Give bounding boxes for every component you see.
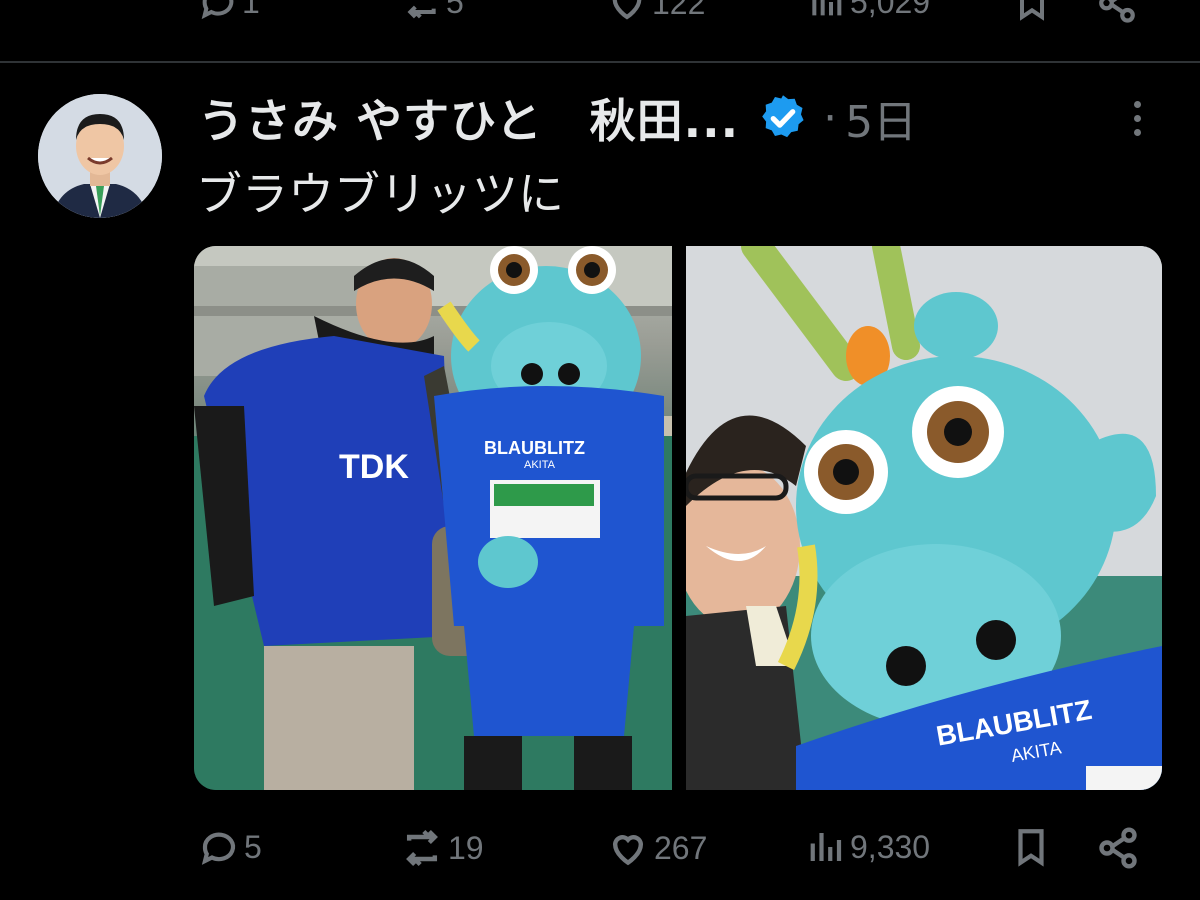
tweet-header: うさみ やすひと 秋田... · 5日 <box>198 86 917 150</box>
tweet-media: TDK BLAUBLITZ AKITA BLAUBLITZ AKITA <box>194 246 1162 790</box>
bar-chart-icon <box>810 833 842 861</box>
media-photo-1[interactable]: TDK BLAUBLITZ AKITA <box>194 246 672 790</box>
prev-views-count: 5,029 <box>850 0 931 20</box>
prev-repost-button[interactable]: 5 <box>402 0 464 22</box>
prev-reply-count: 1 <box>242 0 260 20</box>
photo-2-image: BLAUBLITZ AKITA <box>686 246 1162 790</box>
photo1-jersey-text: TDK <box>339 448 409 486</box>
bookmark-icon <box>1020 0 1044 21</box>
author-name[interactable]: うさみ やすひと 秋田... <box>198 85 739 151</box>
person-avatar-icon <box>38 94 162 218</box>
tweet-timestamp[interactable]: 5日 <box>845 86 917 150</box>
share-button[interactable] <box>1096 826 1140 870</box>
prev-like-button[interactable]: 122 <box>606 0 705 24</box>
prev-share-button[interactable] <box>1096 0 1138 24</box>
bar-chart-icon <box>812 0 842 16</box>
tweet-text: ブラウブリッツに <box>196 167 564 221</box>
photo1-mascot-sub: AKITA <box>524 459 556 471</box>
prev-reply-button[interactable]: 1 <box>198 0 260 22</box>
share-icon <box>1099 827 1137 869</box>
prev-bookmark-button[interactable] <box>1012 0 1052 22</box>
prev-like-count: 122 <box>652 0 706 21</box>
views-count: 9,330 <box>850 828 931 865</box>
photo-1-image: TDK BLAUBLITZ AKITA <box>194 246 672 790</box>
share-icon <box>1099 0 1135 23</box>
verified-badge-icon <box>762 95 804 138</box>
prev-repost-count: 5 <box>446 0 464 20</box>
bookmark-button[interactable] <box>1010 826 1052 868</box>
repost-arrows-icon <box>406 829 438 867</box>
tweet-actions: 5 19 267 9,330 <box>0 820 1200 876</box>
repost-arrows-icon <box>407 5 436 19</box>
reply-count: 5 <box>244 828 262 865</box>
reply-button[interactable]: 5 <box>198 826 262 868</box>
media-photo-2[interactable]: BLAUBLITZ AKITA <box>686 246 1162 790</box>
more-vertical-icon <box>1133 101 1141 108</box>
photo1-mascot-text: BLAUBLITZ <box>484 438 585 458</box>
heart-icon <box>612 835 644 866</box>
like-button[interactable]: 267 <box>606 826 707 870</box>
previous-tweet-actions: 1 5 122 5,029 <box>0 0 1200 30</box>
tweet-divider <box>0 61 1200 63</box>
repost-button[interactable]: 19 <box>400 826 484 870</box>
speech-bubble-icon <box>201 0 234 20</box>
more-options-button[interactable] <box>1124 96 1150 140</box>
bookmark-icon <box>1018 829 1044 867</box>
header-separator: · <box>823 92 838 144</box>
repost-count: 19 <box>448 829 484 866</box>
like-count: 267 <box>654 829 708 866</box>
speech-bubble-icon <box>201 832 236 865</box>
author-avatar[interactable] <box>38 94 162 218</box>
views-button[interactable]: 9,330 <box>804 826 930 868</box>
prev-views-button[interactable]: 5,029 <box>806 0 930 22</box>
heart-icon <box>612 0 642 20</box>
